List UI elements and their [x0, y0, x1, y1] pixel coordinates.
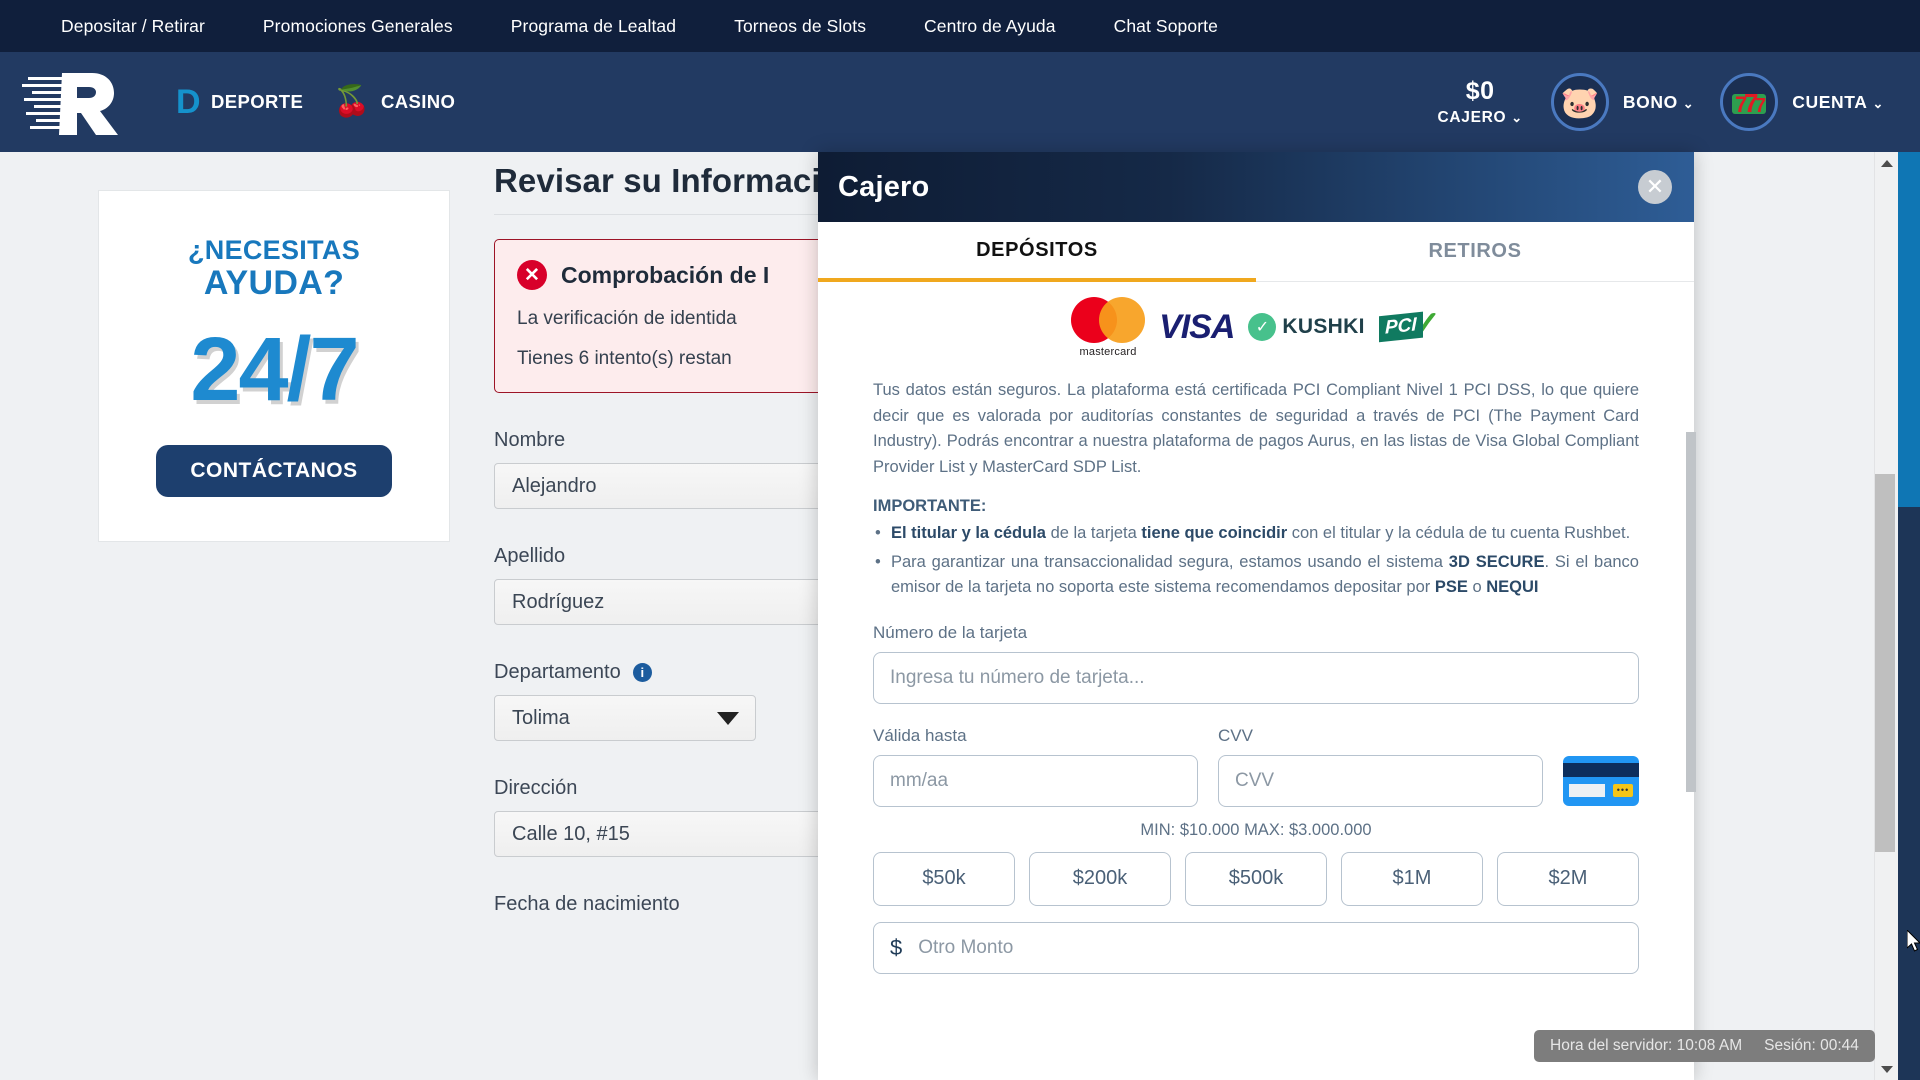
pci-logo: PCI ✓	[1378, 305, 1441, 344]
cvv-input[interactable]: CVV	[1218, 754, 1543, 807]
mastercard-logo: mastercard	[1071, 296, 1146, 358]
credit-card-icon: •••	[1563, 755, 1639, 806]
field-departamento-value: Tolima	[512, 706, 570, 729]
promo-contact-button[interactable]: CONTÁCTANOS	[156, 445, 392, 497]
nav-deporte-label: DEPORTE	[210, 91, 304, 112]
tab-retiros[interactable]: RETIROS	[1256, 222, 1694, 282]
cuenta-slot-777-icon[interactable]: 7 7 7	[1720, 73, 1779, 131]
card-number-input[interactable]: Ingresa tu número de tarjeta...	[873, 651, 1639, 704]
kushki-check-icon: ✓	[1248, 313, 1277, 341]
chevron-down-icon: ⌄	[1682, 95, 1695, 111]
right-edge-accent-bar-top[interactable]	[1898, 152, 1920, 507]
cajero-modal: Cajero ✕ DEPÓSITOS RETIROS mastercard VI…	[818, 152, 1694, 1080]
card-number-label: Número de la tarjeta	[873, 622, 1028, 642]
field-departamento-select[interactable]: Tolima	[494, 695, 756, 741]
brand-header-bar: D DEPORTE 🍒 CASINO $0 CAJERO ⌄ 🐷 BONO ⌄ 7	[0, 52, 1920, 152]
amount-button-50k[interactable]: $50k	[873, 851, 1015, 906]
promo-247-text: 24/7	[190, 320, 359, 420]
cherries-icon: 🍒	[333, 85, 371, 118]
bono-menu-button[interactable]: BONO ⌄	[1623, 92, 1694, 113]
bullet-item-2: Para garantizar una transaccionalidad se…	[873, 550, 1639, 601]
bullet-item-1: El titular y la cédula de la tarjeta tie…	[873, 521, 1639, 547]
cvv-label: CVV	[1218, 725, 1253, 745]
expiry-label: Válida hasta	[873, 725, 967, 745]
scroll-up-arrow-icon[interactable]	[1875, 152, 1899, 174]
nav-link-centro-de-ayuda[interactable]: Centro de Ayuda	[895, 16, 1085, 37]
bono-piggy-bank-icon[interactable]: 🐷	[1550, 73, 1609, 131]
expiry-input[interactable]: mm/aa	[873, 754, 1198, 807]
currency-symbol-icon: $	[890, 934, 903, 960]
security-paragraph: Tus datos están seguros. La plataforma e…	[873, 381, 1639, 476]
chevron-down-icon: ⌄	[1511, 110, 1523, 125]
header-right-cluster: $0 CAJERO ⌄ 🐷 BONO ⌄ 7 7 7 CUENTA ⌄	[1437, 73, 1920, 131]
error-circle-icon: ✕	[517, 260, 547, 290]
mouse-cursor-icon	[1906, 928, 1920, 959]
svg-text:7: 7	[1755, 95, 1766, 117]
modal-tabs: DEPÓSITOS RETIROS	[818, 222, 1694, 282]
promo-line-2: AYUDA?	[203, 264, 345, 302]
cajero-balance-button[interactable]: $0 CAJERO ⌄	[1437, 77, 1522, 127]
server-time-text: Hora del servidor: 10:08 AM	[1550, 1037, 1743, 1054]
scroll-down-arrow-icon[interactable]	[1875, 1058, 1899, 1080]
balance-amount: $0	[1465, 77, 1495, 105]
quick-amount-buttons: $50k $200k $500k $1M $2M	[873, 851, 1639, 906]
nav-deporte[interactable]: D DEPORTE	[176, 85, 303, 119]
nav-casino-label: CASINO	[380, 91, 456, 112]
rushbet-logo[interactable]	[22, 69, 142, 135]
right-edge-accent-bar-bottom[interactable]	[1898, 507, 1920, 1080]
amount-button-1m[interactable]: $1M	[1341, 851, 1483, 906]
amount-button-2m[interactable]: $2M	[1497, 851, 1639, 906]
tab-depositos[interactable]: DEPÓSITOS	[818, 222, 1256, 282]
important-bullet-list: El titular y la cédula de la tarjeta tie…	[873, 521, 1639, 601]
cajero-label: CAJERO ⌄	[1437, 109, 1523, 126]
chevron-down-icon	[717, 711, 739, 725]
deporte-d-icon: D	[176, 83, 201, 121]
nav-link-programa-de-lealtad[interactable]: Programa de Lealtad	[482, 16, 705, 37]
kushki-logo: ✓ KUSHKI	[1248, 313, 1364, 341]
min-max-text: MIN: $10.000 MAX: $3.000.000	[1140, 820, 1372, 839]
top-navigation-bar: Depositar / Retirar Promociones Generale…	[0, 0, 1920, 52]
nav-link-depositar-retirar[interactable]: Depositar / Retirar	[32, 16, 234, 37]
amount-button-200k[interactable]: $200k	[1029, 851, 1171, 906]
chevron-down-icon: ⌄	[1872, 95, 1884, 111]
scrollbar-thumb[interactable]	[1875, 474, 1895, 852]
nav-link-torneos-de-slots[interactable]: Torneos de Slots	[705, 16, 895, 37]
server-status-tooltip: Hora del servidor: 10:08 AM Sesión: 00:4…	[1534, 1030, 1875, 1062]
other-amount-input[interactable]: $ Otro Monto	[873, 921, 1639, 974]
browser-vertical-scrollbar[interactable]	[1874, 152, 1898, 1080]
other-amount-placeholder: Otro Monto	[918, 936, 1014, 958]
modal-inner-scrollbar-thumb[interactable]	[1686, 432, 1696, 792]
nav-link-promociones-generales[interactable]: Promociones Generales	[234, 16, 482, 37]
promo-line-1: ¿NECESITAS	[187, 235, 360, 265]
alert-title: Comprobación de I	[561, 261, 770, 288]
close-icon[interactable]: ✕	[1638, 170, 1672, 204]
modal-header: Cajero ✕	[818, 152, 1694, 222]
nav-link-chat-soporte[interactable]: Chat Soporte	[1085, 16, 1247, 37]
session-timer-text: Sesión: 00:44	[1764, 1037, 1859, 1054]
cuenta-menu-button[interactable]: CUENTA ⌄	[1792, 92, 1884, 113]
amount-button-500k[interactable]: $500k	[1185, 851, 1327, 906]
important-label: IMPORTANTE:	[873, 497, 987, 516]
visa-logo: VISA	[1159, 307, 1235, 346]
nav-casino[interactable]: 🍒 CASINO	[333, 87, 455, 117]
help-promo-banner[interactable]: ¿NECESITAS AYUDA? 24/7 CONTÁCTANOS	[98, 190, 450, 542]
payment-logos-row: mastercard VISA ✓ KUSHKI PCI ✓	[873, 282, 1639, 372]
modal-title: Cajero	[838, 170, 930, 203]
modal-body: mastercard VISA ✓ KUSHKI PCI ✓ Tus datos…	[818, 282, 1694, 1080]
info-icon[interactable]: i	[632, 663, 652, 682]
